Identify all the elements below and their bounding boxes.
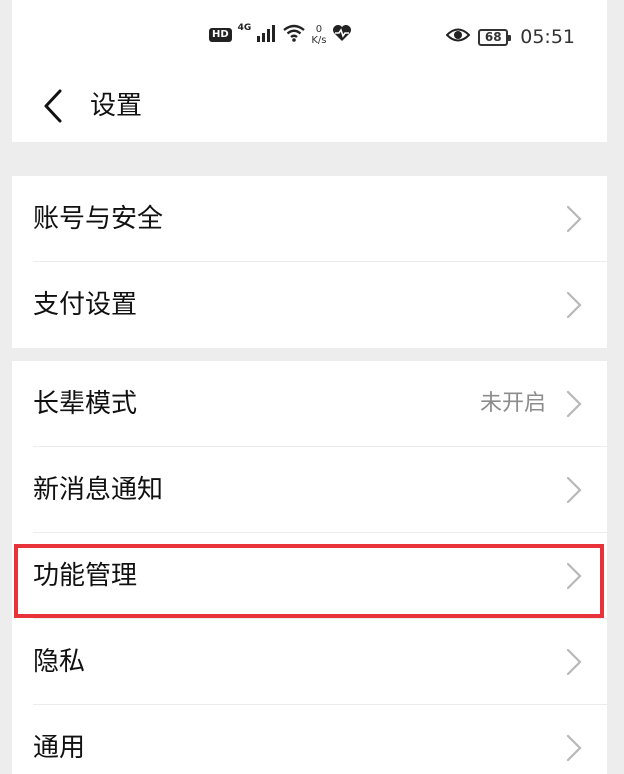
settings-group-account: 账号与安全 支付设置 bbox=[12, 176, 607, 348]
settings-item-account-security[interactable]: 账号与安全 bbox=[12, 176, 607, 262]
eye-icon bbox=[445, 26, 471, 48]
settings-item-label: 通用 bbox=[33, 733, 86, 763]
settings-item-general[interactable]: 通用 bbox=[12, 705, 607, 774]
chevron-right-icon bbox=[566, 291, 582, 319]
network-speed: 0 K/s bbox=[311, 24, 326, 46]
chevron-right-icon bbox=[566, 648, 582, 676]
status-bar: HD 4G 0 K/s 68 05:51 bbox=[12, 0, 607, 70]
status-right: 68 05:51 bbox=[445, 26, 575, 48]
navigation-bar: 设置 bbox=[12, 70, 607, 142]
chevron-right-icon bbox=[566, 205, 582, 233]
settings-item-label: 支付设置 bbox=[33, 290, 138, 320]
back-arrow-icon bbox=[44, 89, 62, 123]
wifi-icon bbox=[283, 24, 306, 46]
settings-group-general: 长辈模式 未开启 新消息通知 功能管理 隐私 通用 bbox=[12, 361, 607, 774]
speed-value: 0 bbox=[315, 24, 323, 35]
settings-item-label: 功能管理 bbox=[33, 561, 138, 591]
page-title: 设置 bbox=[90, 91, 143, 121]
chevron-right-icon bbox=[566, 390, 582, 418]
settings-item-label: 新消息通知 bbox=[33, 475, 164, 505]
back-button[interactable] bbox=[38, 88, 68, 124]
chevron-right-icon bbox=[566, 734, 582, 762]
battery-level: 68 bbox=[484, 30, 502, 44]
signal-icon bbox=[257, 24, 277, 46]
settings-item-privacy[interactable]: 隐私 bbox=[12, 619, 607, 705]
clock: 05:51 bbox=[520, 26, 575, 48]
phone-screen: HD 4G 0 K/s 68 05:51 设置 账号与安全 支付设置 长辈模式 … bbox=[12, 0, 607, 774]
settings-item-payment[interactable]: 支付设置 bbox=[12, 262, 607, 348]
settings-item-notifications[interactable]: 新消息通知 bbox=[12, 447, 607, 533]
speed-unit: K/s bbox=[311, 35, 327, 46]
settings-item-value: 未开启 bbox=[479, 391, 546, 416]
settings-item-label: 长辈模式 bbox=[33, 389, 138, 419]
chevron-right-icon bbox=[566, 562, 582, 590]
chevron-right-icon bbox=[566, 476, 582, 504]
network-type: 4G bbox=[237, 23, 252, 33]
settings-item-feature-management[interactable]: 功能管理 bbox=[12, 533, 607, 619]
battery-icon: 68 bbox=[478, 28, 512, 46]
status-left: HD 4G 0 K/s bbox=[209, 23, 352, 46]
heart-rate-icon bbox=[332, 24, 352, 46]
settings-item-label: 隐私 bbox=[33, 647, 86, 677]
settings-item-label: 账号与安全 bbox=[33, 204, 164, 234]
settings-item-elder-mode[interactable]: 长辈模式 未开启 bbox=[12, 361, 607, 447]
hd-badge: HD bbox=[209, 28, 232, 42]
